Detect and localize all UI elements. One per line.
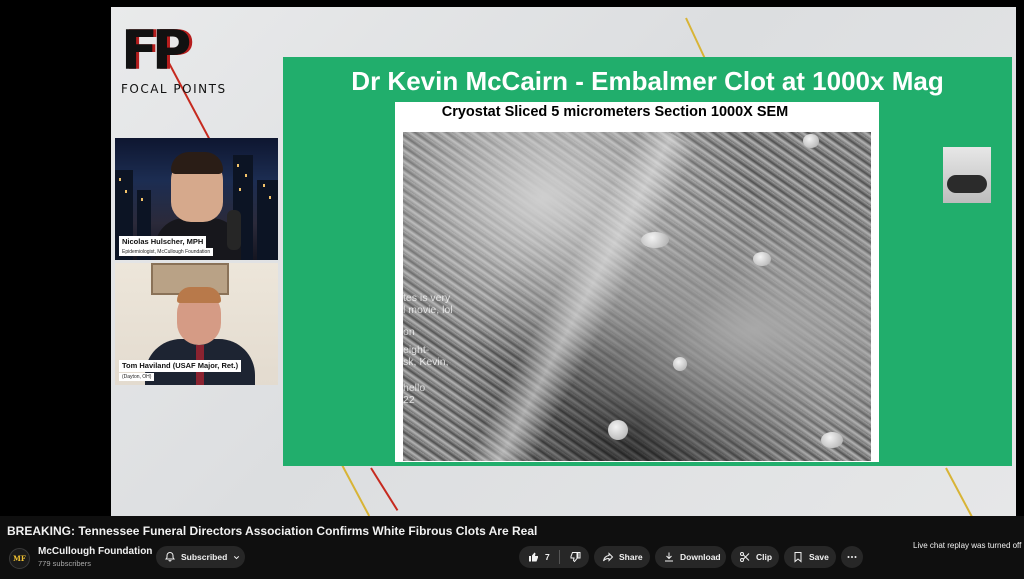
download-button[interactable]: Download (655, 546, 726, 568)
youtube-watch-page: FP FOCAL POINTS Nicolas Hulscher, MPH Ep… (0, 0, 1024, 579)
background-streak (370, 467, 399, 511)
dislike-button[interactable] (560, 546, 589, 568)
picture-in-picture-inset (943, 147, 991, 203)
speaker-camera-1: Nicolas Hulscher, MPH Epidemiologist, Mc… (115, 138, 278, 260)
channel-action-row: MF McCullough Foundation 779 subscribers… (0, 545, 1024, 573)
like-count: 7 (545, 552, 550, 562)
logo-mark: FP (121, 19, 191, 82)
speaker-camera-2: Tom Haviland (USAF Major, Ret.) (Dayton,… (115, 263, 278, 385)
chevron-down-icon (234, 555, 240, 559)
live-chat-status: Live chat replay was turned off (913, 541, 1022, 550)
save-button[interactable]: Save (784, 546, 836, 568)
logo-wordmark: FOCAL POINTS (121, 82, 227, 96)
thumbs-up-icon (529, 552, 538, 562)
slide-title: Dr Kevin McCairn - Embalmer Clot at 1000… (351, 66, 944, 96)
subscribed-button[interactable]: Subscribed (156, 546, 245, 568)
channel-name[interactable]: McCullough Foundation (38, 546, 152, 557)
background-streak (340, 462, 371, 516)
subscriber-count: 779 subscribers (38, 559, 91, 568)
thumbs-down-icon (570, 552, 580, 563)
speaker-name-tag: Tom Haviland (USAF Major, Ret.) (119, 360, 242, 372)
like-dislike-group: 7 (519, 546, 589, 568)
save-label: Save (809, 552, 829, 562)
more-horizontal-icon (847, 556, 857, 558)
microphone-icon (227, 210, 241, 250)
chat-overlay-ghost: tes is very l movie, lol on eight- sk, K… (403, 292, 453, 406)
background-streak (945, 467, 973, 516)
video-title: BREAKING: Tennessee Funeral Directors As… (7, 524, 538, 538)
video-frame: FP FOCAL POINTS Nicolas Hulscher, MPH Ep… (111, 7, 1016, 516)
focal-points-logo: FP FOCAL POINTS (121, 19, 231, 97)
channel-avatar[interactable]: MF (9, 548, 30, 569)
share-label: Share (619, 552, 643, 562)
speaker-role-tag: (Dayton, OH) (119, 373, 155, 381)
sem-image-panel: Cryostat Sliced 5 micrometers Section 10… (395, 102, 991, 462)
clip-button[interactable]: Clip (731, 546, 779, 568)
clip-label: Clip (756, 552, 773, 562)
bookmark-icon (794, 552, 802, 563)
bell-icon (165, 551, 175, 562)
download-label: Download (680, 552, 721, 562)
share-button[interactable]: Share (594, 546, 650, 568)
video-player[interactable]: FP FOCAL POINTS Nicolas Hulscher, MPH Ep… (0, 0, 1024, 516)
subscribed-label: Subscribed (181, 552, 228, 562)
speaker-name-tag: Nicolas Hulscher, MPH (119, 236, 207, 248)
share-arrow-icon (603, 552, 614, 562)
more-actions-button[interactable] (841, 546, 863, 568)
scissors-icon (740, 552, 750, 562)
sem-caption: Cryostat Sliced 5 micrometers Section 10… (441, 104, 789, 120)
presentation-slide: Dr Kevin McCairn - Embalmer Clot at 1000… (283, 57, 1012, 466)
download-icon (665, 552, 673, 562)
speaker-role-tag: Epidemiologist, McCullough Foundation (119, 248, 214, 256)
sem-micrograph: tes is very l movie, lol on eight- sk, K… (403, 132, 871, 461)
like-button[interactable]: 7 (519, 546, 559, 568)
